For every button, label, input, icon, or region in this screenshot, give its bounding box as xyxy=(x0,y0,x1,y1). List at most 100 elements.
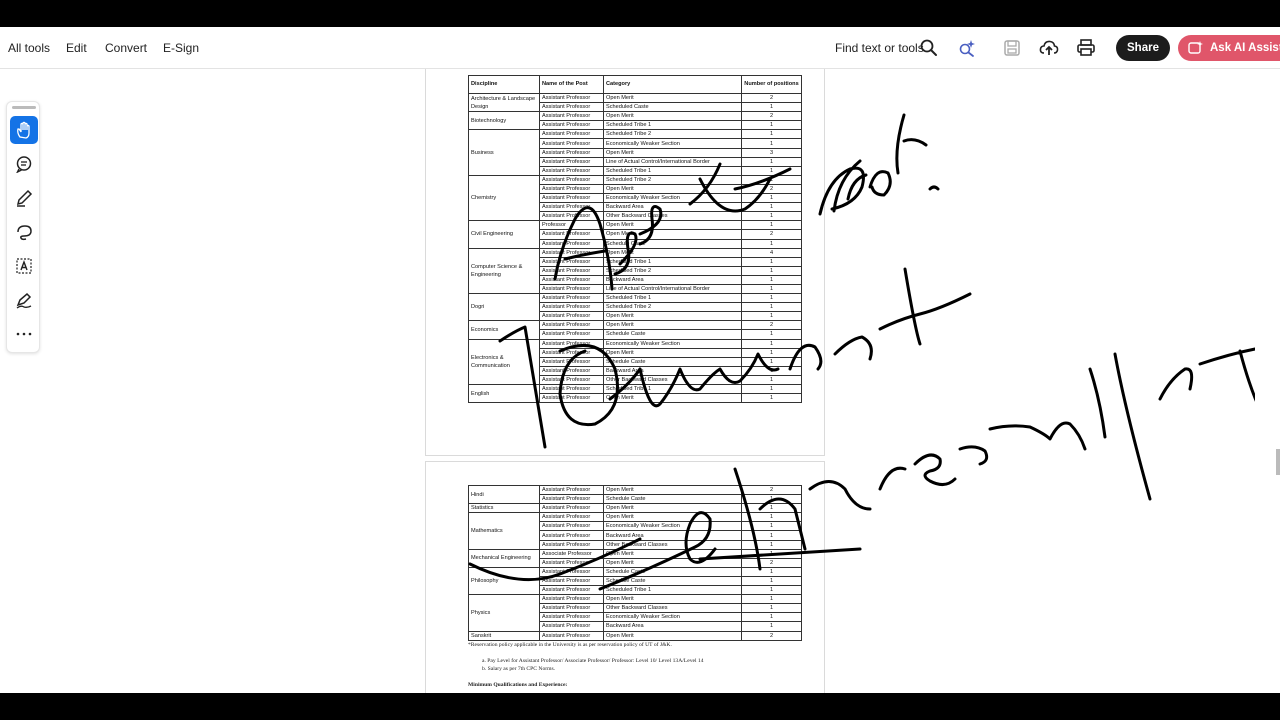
save-icon[interactable] xyxy=(1002,38,1022,58)
menu-convert[interactable]: Convert xyxy=(105,27,147,69)
post-cell: Assistant Professor xyxy=(539,256,604,267)
post-cell: Assistant Professor xyxy=(539,356,604,367)
top-toolbar: All tools Edit Convert E-Sign Find text … xyxy=(0,27,1280,69)
table-row: Economics Assistant Professor Open Merit 2 xyxy=(468,320,802,340)
table-row: Biotechnology Assistant Professor Open Mer… xyxy=(468,111,802,131)
positions-cell: 1 xyxy=(741,539,802,550)
category-cell: Open Merit xyxy=(603,347,742,358)
category-cell: Economically Weaker Section xyxy=(603,138,742,149)
category-cell: Economically Weaker Section xyxy=(603,521,742,532)
table-row: Dogri Assistant Professor Scheduled Tribe … xyxy=(468,293,802,322)
category-cell: Line of Actual Control/International Bor… xyxy=(603,156,742,167)
table-row: Computer Science & Engineering Assistant … xyxy=(468,247,802,295)
header-post: Name of the Post xyxy=(539,75,604,94)
category-cell: Open Merit xyxy=(603,512,742,523)
draw-tool-button[interactable] xyxy=(10,218,38,246)
discipline-cell: Economics xyxy=(468,320,540,340)
document-viewer[interactable]: Discipline Name of the Post Category Num… xyxy=(0,69,1280,693)
post-cell: Assistant Professor xyxy=(539,102,604,113)
category-cell: Open Merit xyxy=(603,183,742,195)
menu-esign[interactable]: E-Sign xyxy=(163,27,199,69)
post-cell: Assistant Professor xyxy=(539,521,604,532)
post-cell: Assistant Professor xyxy=(539,494,604,505)
post-cell: Assistant Professor xyxy=(539,484,604,496)
menu-all-tools[interactable]: All tools xyxy=(8,27,50,69)
positions-cell: 2 xyxy=(741,484,802,496)
positions-cell: 2 xyxy=(741,630,802,641)
discipline-cell: English xyxy=(468,383,540,404)
table-row: Business Assistant Professor Scheduled Tri… xyxy=(468,129,802,176)
category-cell: Economically Weaker Section xyxy=(603,193,742,204)
scrollbar-thumb[interactable] xyxy=(1276,449,1280,475)
post-cell: Assistant Professor xyxy=(539,247,604,258)
positions-cell: 1 xyxy=(741,365,802,376)
menu-edit[interactable]: Edit xyxy=(66,27,87,69)
text-tool-button[interactable] xyxy=(10,252,38,280)
salary-item: b. Salary as per 7th CPC Norms. xyxy=(482,666,556,672)
positions-cell: 1 xyxy=(741,220,802,231)
discipline-cell: Physics xyxy=(468,594,540,632)
post-cell: Assistant Professor xyxy=(539,612,604,623)
table-row: Civil Engineering Professor Open Merit 1 xyxy=(468,220,802,249)
category-cell: Backward Area xyxy=(603,530,742,541)
discipline-cell: Sanskrit xyxy=(468,630,540,641)
positions-cell: 2 xyxy=(741,183,802,195)
positions-cell: 1 xyxy=(741,575,802,587)
post-cell: Assistant Professor xyxy=(539,183,604,195)
ai-search-icon[interactable] xyxy=(957,38,977,58)
category-cell: Other Backward Classes xyxy=(603,539,742,550)
post-cell: Assistant Professor xyxy=(539,156,604,167)
positions-cell: 1 xyxy=(741,521,802,532)
category-cell: Schedule Caste xyxy=(603,238,742,249)
positions-cell: 1 xyxy=(741,102,802,113)
positions-cell: 1 xyxy=(741,548,802,559)
hand-tool-button[interactable] xyxy=(10,116,38,144)
positions-cell: 1 xyxy=(741,612,802,623)
category-cell: Line of Actual Control/International Bor… xyxy=(603,283,742,295)
post-cell: Assistant Professor xyxy=(539,329,604,340)
category-cell: Scheduled Tribe 2 xyxy=(603,174,742,185)
category-cell: Scheduled Tribe 2 xyxy=(603,302,742,313)
sign-tool-button[interactable] xyxy=(10,286,38,314)
share-button[interactable]: Share xyxy=(1116,35,1170,61)
top-letterbox xyxy=(0,0,1280,27)
post-cell: Assistant Professor xyxy=(539,512,604,523)
post-cell: Assistant Professor xyxy=(539,274,604,285)
category-cell: Scheduled Tribe 1 xyxy=(603,120,742,131)
search-icon[interactable] xyxy=(919,38,939,58)
table-row: Chemistry Assistant Professor Scheduled Tr… xyxy=(468,174,802,222)
positions-cell: 1 xyxy=(741,138,802,149)
positions-cell: 1 xyxy=(741,374,802,386)
discipline-cell: Statistics xyxy=(468,503,540,514)
positions-cell: 2 xyxy=(741,320,802,331)
post-cell: Assistant Professor xyxy=(539,621,604,632)
pdf-page-1: Discipline Name of the Post Category Num… xyxy=(425,69,825,456)
lasso-icon xyxy=(17,225,32,241)
comment-tool-button[interactable] xyxy=(10,150,38,178)
positions-cell: 1 xyxy=(741,329,802,340)
category-cell: Open Merit xyxy=(603,548,742,559)
cloud-upload-icon[interactable] xyxy=(1039,38,1059,58)
tool-rail-grip[interactable] xyxy=(12,106,36,109)
highlight-tool-button[interactable] xyxy=(10,184,38,212)
positions-cell: 1 xyxy=(741,347,802,358)
post-cell: Assistant Professor xyxy=(539,347,604,358)
category-cell: Schedule Caste xyxy=(603,575,742,587)
positions-cell: 1 xyxy=(741,156,802,167)
category-cell: Open Merit xyxy=(603,630,742,641)
vertical-scrollbar[interactable] xyxy=(1255,69,1280,693)
print-icon[interactable] xyxy=(1076,38,1096,58)
ask-ai-assistant-button[interactable]: Ask AI Assistant xyxy=(1178,35,1280,61)
category-cell: Scheduled Tribe 2 xyxy=(603,129,742,140)
find-text-label[interactable]: Find text or tools xyxy=(835,27,924,69)
positions-cell: 1 xyxy=(741,503,802,514)
table-row: Mechanical Engineering Associate Professo… xyxy=(468,548,802,568)
category-cell: Schedule Caste xyxy=(603,329,742,340)
table-row: Sanskrit Assistant Professor Open Merit 2 xyxy=(468,630,802,641)
positions-cell: 1 xyxy=(741,494,802,505)
category-cell: Other Backward Classes xyxy=(603,374,742,386)
more-tools-button[interactable] xyxy=(10,320,38,348)
post-cell: Assistant Professor xyxy=(539,603,604,614)
table-row: Electronics & Communication Assistant Pro… xyxy=(468,338,802,386)
positions-cell: 1 xyxy=(741,202,802,213)
